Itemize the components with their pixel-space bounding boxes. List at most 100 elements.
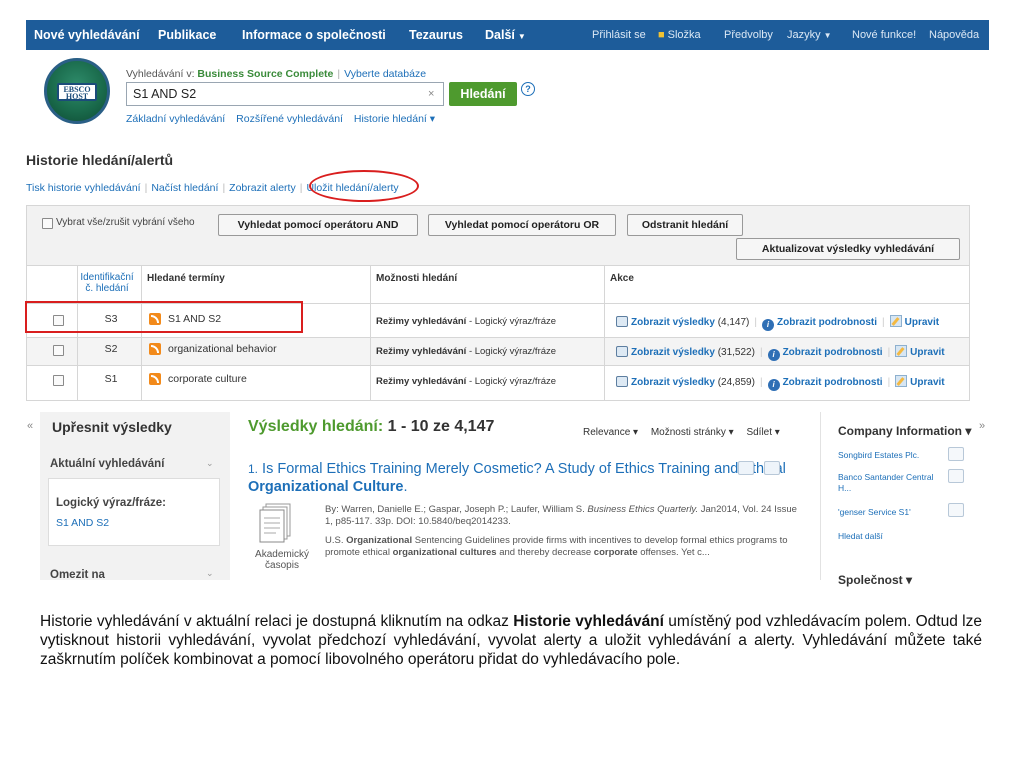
company-item[interactable]: Songbird Estates Plc. (838, 450, 919, 460)
collapse-left-icon[interactable]: « (27, 420, 33, 432)
nav-new-features[interactable]: Nové funkce! (852, 20, 916, 50)
print-history-link[interactable]: Tisk historie vyhledávání (26, 182, 141, 194)
clear-icon[interactable]: × (428, 88, 434, 100)
result-count: (31,522) (717, 347, 755, 358)
nav-publications[interactable]: Publikace (158, 20, 216, 50)
boolean-box (48, 478, 220, 546)
result-title[interactable]: 1. Is Formal Ethics Training Merely Cosm… (248, 460, 808, 496)
add-to-folder-icon[interactable] (764, 461, 780, 475)
edit-link[interactable]: Upravit (910, 377, 944, 388)
nav-preferences[interactable]: Předvolby (724, 20, 773, 50)
chevron-down-icon[interactable]: ⌄ (206, 568, 214, 579)
abstract-highlight: organizational cultures (392, 547, 497, 558)
chevron-down-icon[interactable]: ⌄ (206, 458, 214, 469)
company-item[interactable]: 'genser Service S1' (838, 507, 911, 517)
view-results-link[interactable]: Zobrazit výsledky (631, 317, 715, 328)
basic-search-link[interactable]: Základní vyhledávání (126, 113, 225, 125)
nav-sign-in[interactable]: Přihlásit se (592, 20, 646, 50)
edit-link[interactable]: Upravit (905, 317, 939, 328)
logo-badge: EBSCO HOST (57, 83, 97, 101)
nav-folder-label: Složka (667, 29, 701, 41)
edit-icon (895, 375, 908, 387)
result-title-end: . (403, 479, 408, 495)
view-results-icon (616, 346, 628, 357)
search-history-link[interactable]: Historie hledání ▾ (354, 113, 435, 125)
chevron-down-icon: ▼ (517, 32, 526, 41)
preview-icon[interactable] (948, 447, 964, 461)
remove-searches-button[interactable]: Odstranit hledání (627, 214, 743, 236)
folder-icon: ■ (658, 29, 665, 41)
result-count: (24,859) (717, 377, 755, 388)
search-more-link[interactable]: Hledat další (838, 531, 883, 541)
refresh-results-button[interactable]: Aktualizovat výsledky vyhledávání (736, 238, 960, 260)
view-results-link[interactable]: Zobrazit výsledky (631, 347, 715, 358)
results-title: Výsledky hledání: 1 - 10 ze 4,147 (248, 418, 494, 436)
column-header-id: Identifikační č. hledání (80, 272, 134, 294)
search-mode-value: - Logický výraz/fráze (468, 376, 557, 387)
search-mode-label: Režimy vyhledávání (376, 376, 467, 387)
company-section-title[interactable]: Společnost ▾ (838, 573, 912, 587)
refine-results-title: Upřesnit výsledky (52, 419, 172, 435)
limit-to-heading[interactable]: Omezit na (50, 569, 105, 581)
nav-help[interactable]: Nápověda (929, 20, 979, 50)
search-terms: organizational behavior (168, 343, 277, 355)
select-all-checkbox[interactable] (42, 218, 53, 229)
search-with-or-button[interactable]: Vyhledat pomocí operátoru OR (428, 214, 616, 236)
view-details-link[interactable]: Zobrazit podrobnosti (783, 377, 883, 388)
chevron-down-icon: ▼ (823, 31, 832, 40)
column-divider (77, 266, 78, 400)
result-count: (4,147) (717, 317, 750, 328)
view-results-icon (616, 376, 628, 387)
view-results-link[interactable]: Zobrazit výsledky (631, 377, 715, 388)
row-checkbox[interactable] (53, 375, 64, 386)
description-paragraph: Historie vyhledávání v aktuální relaci j… (40, 612, 982, 669)
help-icon[interactable]: ? (521, 82, 535, 96)
abstract-text: offenses. Yet c... (640, 547, 710, 558)
page-options-dropdown[interactable]: Možnosti stránky ▾ (651, 427, 734, 438)
view-details-link[interactable]: Zobrazit podrobnosti (783, 347, 883, 358)
search-mode: Režimy vyhledávání - Logický výraz/fráze (376, 376, 556, 387)
advanced-search-link[interactable]: Rozšířené vyhledávání (236, 113, 343, 125)
nav-languages[interactable]: Jazyky ▼ (787, 20, 832, 50)
current-search-heading[interactable]: Aktuální vyhledávání (50, 458, 164, 470)
preview-icon[interactable] (948, 503, 964, 517)
results-range: 1 - 10 ze 4,147 (387, 418, 495, 435)
row-actions: Zobrazit výsledky (4,147) | i Zobrazit podr… (616, 315, 939, 331)
preview-icon[interactable] (738, 461, 754, 475)
relevance-dropdown[interactable]: Relevance ▾ (583, 427, 638, 438)
view-details-link[interactable]: Zobrazit podrobnosti (777, 317, 877, 328)
preview-icon[interactable] (948, 469, 964, 483)
annotation-circle (309, 170, 419, 202)
result-journal[interactable]: Business Ethics Quarterly. (587, 504, 698, 515)
share-dropdown[interactable]: Sdílet ▾ (746, 427, 779, 438)
history-title: Historie hledání/alertů (26, 152, 174, 168)
company-information-title[interactable]: Company Information ▾ (838, 424, 971, 438)
info-icon: i (762, 319, 774, 331)
edit-link[interactable]: Upravit (910, 347, 944, 358)
search-button[interactable]: Hledání (449, 82, 517, 106)
row-checkbox[interactable] (53, 345, 64, 356)
info-icon: i (767, 349, 780, 361)
nav-folder[interactable]: ■ Složka (658, 20, 701, 50)
rss-icon[interactable] (149, 343, 161, 355)
company-item[interactable]: Banco Santander Central H... (838, 472, 942, 494)
retrieve-searches-link[interactable]: Načíst hledání (151, 182, 218, 194)
boolean-value[interactable]: S1 AND S2 (56, 517, 109, 529)
result-abstract: U.S. Organizational Sentencing Guideline… (325, 535, 805, 559)
nav-company-info[interactable]: Informace o společnosti (242, 20, 386, 50)
nav-more-label: Další (485, 28, 515, 42)
searching-in-label: Vyhledávání v: (126, 68, 195, 80)
rss-icon[interactable] (149, 373, 161, 385)
choose-databases-link[interactable]: Vyberte databáze (344, 68, 426, 80)
search-input[interactable]: S1 AND S2 (126, 82, 444, 106)
nav-thesaurus[interactable]: Tezaurus (409, 20, 463, 50)
collapse-right-icon[interactable]: » (979, 420, 985, 432)
column-header-options: Možnosti hledání (376, 273, 458, 284)
search-mode-label: Režimy vyhledávání (376, 346, 467, 357)
view-alerts-link[interactable]: Zobrazit alerty (229, 182, 296, 194)
ebsco-host-logo[interactable]: EBSCO HOST (44, 58, 110, 124)
academic-journal-icon (259, 503, 291, 543)
search-with-and-button[interactable]: Vyhledat pomocí operátoru AND (218, 214, 418, 236)
nav-more[interactable]: Další ▼ (485, 20, 526, 50)
nav-new-search[interactable]: Nové vyhledávání (34, 20, 140, 50)
